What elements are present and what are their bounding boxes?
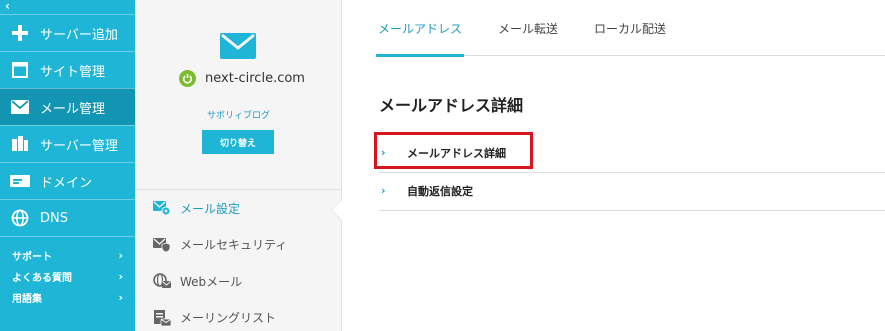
support-link[interactable]: サポート › xyxy=(0,245,135,266)
menu-item-label: メール設定 xyxy=(180,201,241,216)
domain-row: next-circle.com xyxy=(179,70,305,87)
nav-item-label: DNS xyxy=(40,210,68,226)
mail-icon xyxy=(10,97,30,117)
mail-menu: メール設定 メールセキュリティ Webメール メーリングリスト xyxy=(135,190,342,331)
nav-item-label: サーバー管理 xyxy=(40,138,118,154)
domain-name: next-circle.com xyxy=(205,71,305,86)
nav-item-label: ドメイン xyxy=(40,175,93,191)
active-pointer xyxy=(332,200,342,220)
nav-item-site-management[interactable]: サイト管理 xyxy=(0,51,135,88)
menu-item-mail-settings[interactable]: メール設定 xyxy=(135,190,342,227)
chevron-right-icon: › xyxy=(381,146,386,159)
glossary-link[interactable]: 用語集 › xyxy=(0,287,135,308)
chevron-right-icon: › xyxy=(118,270,123,283)
mail-icon xyxy=(220,33,256,63)
nav-item-label: サイト管理 xyxy=(40,64,106,80)
support-label: サポート xyxy=(12,252,52,263)
menu-item-label: メーリングリスト xyxy=(180,311,277,326)
accordion-label: 自動返信設定 xyxy=(407,184,473,198)
webmail-icon xyxy=(153,272,171,290)
accordion-label: メールアドレス詳細 xyxy=(407,146,506,160)
main-content: メールアドレス メール転送 ローカル配送 メールアドレス詳細 › メールアドレス… xyxy=(343,0,885,331)
glossary-label: 用語集 xyxy=(12,294,42,305)
nav-item-domain[interactable]: ドメイン xyxy=(0,162,135,199)
left-navigation: ‹ サーバー追加 サイト管理 メール管理 サーバー管理 ドメイン DNS サポー… xyxy=(0,0,135,331)
chevron-right-icon: › xyxy=(118,291,123,304)
tab-bar: メールアドレス メール転送 ローカル配送 xyxy=(375,0,885,57)
menu-item-mail-security[interactable]: メールセキュリティ xyxy=(135,227,341,264)
nav-item-mail-management[interactable]: メール管理 xyxy=(0,88,135,125)
tab-mail-forwarding[interactable]: メール転送 xyxy=(498,0,558,56)
switch-button[interactable]: 切り替え xyxy=(202,130,274,154)
account-panel: next-circle.com サボリィブログ 切り替え xyxy=(135,0,341,190)
support-links: サポート › よくある質問 › 用語集 › xyxy=(0,236,135,308)
menu-item-mailing-list[interactable]: メーリングリスト xyxy=(135,300,341,331)
window-icon xyxy=(10,60,30,80)
accordion-mail-address-detail[interactable]: › メールアドレス詳細 xyxy=(379,133,885,173)
power-status-icon xyxy=(179,70,196,87)
tab-mail-address[interactable]: メールアドレス xyxy=(375,0,465,57)
nav-item-label: メール管理 xyxy=(40,101,106,117)
menu-item-webmail[interactable]: Webメール xyxy=(135,263,341,300)
nav-item-server-management[interactable]: サーバー管理 xyxy=(0,125,135,162)
collapse-nav-button[interactable]: ‹ xyxy=(0,0,135,14)
nav-item-label: サーバー追加 xyxy=(40,27,118,43)
faq-link[interactable]: よくある質問 › xyxy=(0,266,135,287)
mail-security-icon xyxy=(153,236,171,254)
nav-item-dns[interactable]: DNS xyxy=(0,199,135,236)
menu-item-label: メールセキュリティ xyxy=(180,238,288,253)
accordion-auto-reply[interactable]: › 自動返信設定 xyxy=(379,171,885,211)
mailing-list-icon xyxy=(153,309,171,327)
chevron-right-icon: › xyxy=(381,184,386,197)
menu-item-label: Webメール xyxy=(180,274,243,289)
blog-link[interactable]: サボリィブログ xyxy=(135,108,342,121)
chevron-right-icon: › xyxy=(118,249,123,262)
page-title: メールアドレス詳細 xyxy=(379,96,524,115)
tab-local-delivery[interactable]: ローカル配送 xyxy=(594,0,666,56)
domain-card-icon xyxy=(10,171,30,191)
nav-item-add-server[interactable]: サーバー追加 xyxy=(0,14,135,51)
service-sidebar: next-circle.com サボリィブログ 切り替え メール設定 メールセキ… xyxy=(135,0,342,331)
server-icon xyxy=(10,134,30,154)
plus-icon xyxy=(10,23,30,43)
faq-label: よくある質問 xyxy=(12,273,72,284)
mail-settings-icon xyxy=(153,199,171,217)
globe-icon xyxy=(10,208,30,228)
